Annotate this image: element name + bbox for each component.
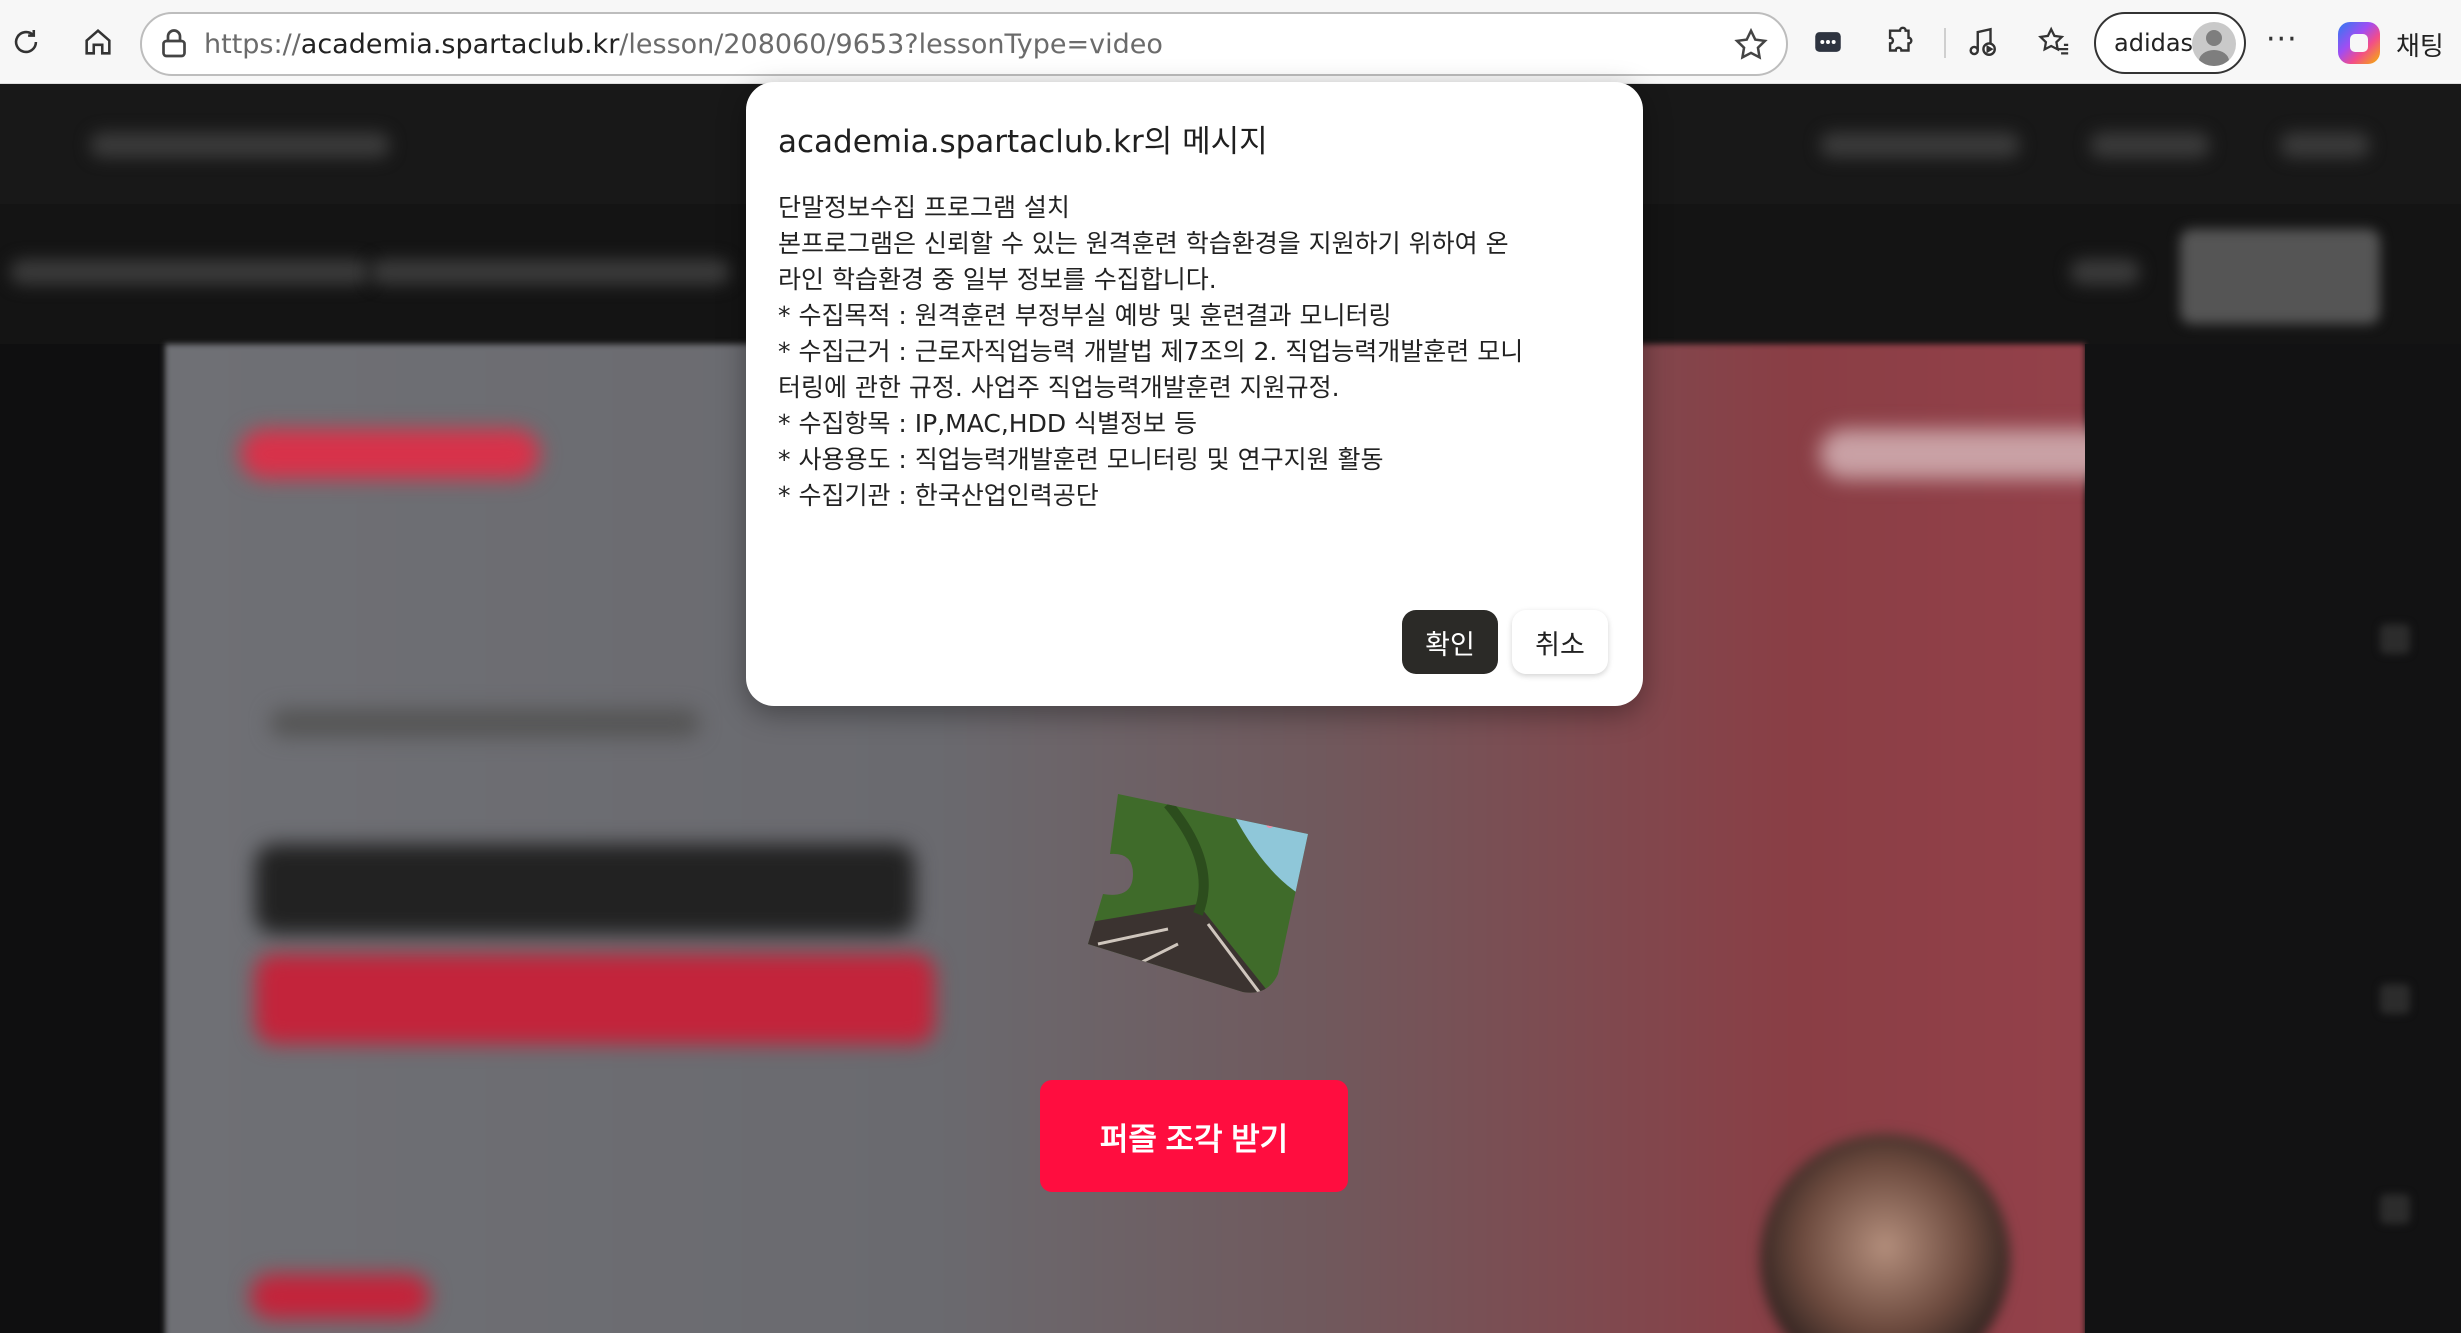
next-lesson-button[interactable]	[2180, 229, 2380, 324]
get-puzzle-piece-button[interactable]: 퍼즐 조각 받기	[1040, 1080, 1348, 1192]
address-bar[interactable]: https://academia.spartaclub.kr/lesson/20…	[140, 12, 1788, 76]
video-footer-badge	[250, 1274, 430, 1319]
header-menu	[1820, 132, 2020, 158]
dialog-message: 단말정보수집 프로그램 설치 본프로그램은 신뢰할 수 있는 원격훈련 학습환경…	[778, 190, 1618, 514]
video-badge	[240, 429, 540, 479]
extension-icon[interactable]	[1808, 22, 1848, 62]
lesson-control	[2070, 259, 2140, 285]
url-host: academia.spartaclub.kr	[300, 29, 620, 60]
sidebar-tool[interactable]	[2380, 1194, 2410, 1224]
url-scheme: https://	[204, 29, 301, 60]
puzzle-piece-icon	[1088, 794, 1308, 993]
url-path: /lesson/208060/9653?lessonType=video	[619, 29, 1163, 60]
profile-button[interactable]: adidas	[2094, 12, 2246, 74]
refresh-icon[interactable]	[6, 22, 46, 62]
media-control-icon[interactable]	[1962, 22, 2002, 62]
site-logo	[90, 132, 390, 158]
dialog-line: * 수집항목 : IP,MAC,HDD 식별정보 등	[778, 409, 1197, 438]
chat-button[interactable]: 채팅	[2396, 26, 2444, 63]
dialog-line: 본프로그램은 신뢰할 수 있는 원격훈련 학습환경을 지원하기 위하여 온	[778, 229, 1509, 258]
lesson-subtitle	[370, 259, 730, 285]
toolbar-separator	[1944, 28, 1946, 58]
dialog-line: 라인 학습환경 중 일부 정보를 수집합니다.	[778, 265, 1217, 294]
profile-name: adidas	[2114, 29, 2194, 57]
site-info-icon[interactable]	[156, 26, 192, 62]
more-icon[interactable]: ···	[2266, 22, 2298, 57]
dialog-line: * 수집근거 : 근로자직업능력 개발법 제7조의 2. 직업능력개발훈련 모니	[778, 337, 1524, 366]
browser-toolbar: https://academia.spartaclub.kr/lesson/20…	[0, 0, 2461, 84]
ok-button[interactable]: 확인	[1402, 610, 1498, 674]
video-text	[270, 709, 700, 737]
sidebar-tool[interactable]	[2380, 624, 2410, 654]
video-headline-accent	[255, 954, 935, 1044]
favorites-icon[interactable]	[2034, 22, 2074, 62]
alert-dialog: academia.spartaclub.kr의 메시지 단말정보수집 프로그램 …	[746, 82, 1643, 706]
video-headline	[255, 844, 915, 934]
dialog-line: * 사용용도 : 직업능력개발훈련 모니터링 및 연구지원 활동	[778, 445, 1384, 474]
dialog-line: * 수집목적 : 원격훈련 부정부실 예방 및 훈련결과 모니터링	[778, 301, 1392, 330]
favorite-star-icon[interactable]	[1732, 26, 1770, 64]
puzzle-extensions-icon[interactable]	[1880, 22, 1920, 62]
avatar	[2192, 22, 2236, 66]
header-menu	[2280, 132, 2370, 158]
lesson-title	[10, 259, 370, 285]
dialog-line: * 수집기관 : 한국산업인력공단	[778, 481, 1099, 510]
dialog-title: academia.spartaclub.kr의 메시지	[778, 124, 1268, 160]
copilot-icon[interactable]	[2338, 22, 2380, 64]
dialog-line: 단말정보수집 프로그램 설치	[778, 193, 1070, 222]
sidebar-tool[interactable]	[2380, 984, 2410, 1014]
header-menu	[2090, 132, 2210, 158]
cancel-button[interactable]: 취소	[1512, 610, 1608, 674]
dialog-line: 터링에 관한 규정. 사업주 직업능력개발훈련 지원규정.	[778, 373, 1340, 402]
home-icon[interactable]	[78, 22, 118, 62]
url-text[interactable]: https://academia.spartaclub.kr/lesson/20…	[204, 28, 1163, 62]
right-sidebar	[2085, 344, 2461, 1333]
